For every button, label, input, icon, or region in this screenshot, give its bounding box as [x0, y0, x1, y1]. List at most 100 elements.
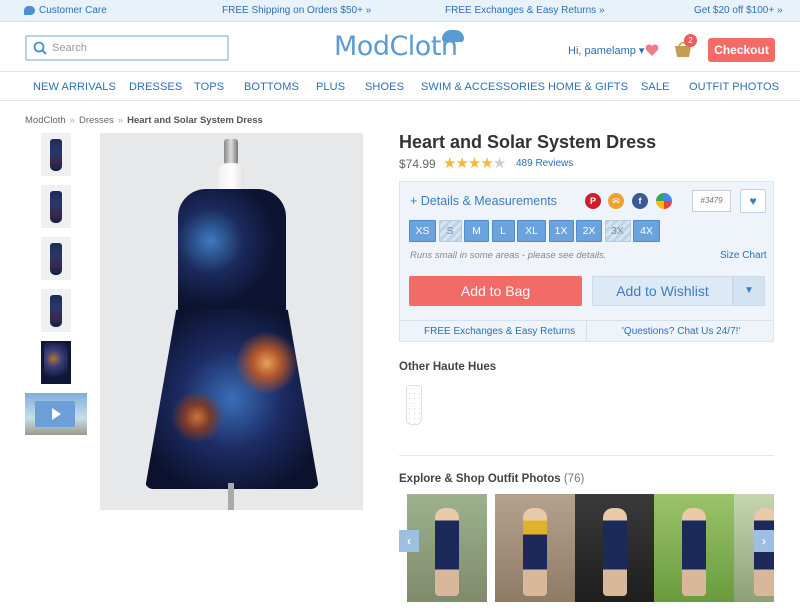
- search-input[interactable]: [52, 42, 222, 54]
- add-to-wishlist-button[interactable]: Add to Wishlist: [592, 276, 733, 306]
- carousel-prev-button[interactable]: ‹: [399, 530, 419, 552]
- breadcrumb-separator: »: [69, 115, 75, 126]
- product-thumbnail[interactable]: [41, 133, 71, 176]
- explore-outfits-title: Explore & Shop Outfit Photos (76): [399, 473, 584, 485]
- free-returns-note[interactable]: FREE Exchanges & Easy Returns: [424, 326, 575, 337]
- play-icon: [35, 401, 75, 427]
- nav-dresses[interactable]: DRESSES: [129, 81, 182, 93]
- product-thumbnail[interactable]: [41, 289, 71, 332]
- facebook-icon[interactable]: f: [632, 193, 648, 209]
- main-nav: NEW ARRIVALS DRESSES TOPS BOTTOMS PLUS S…: [0, 73, 800, 101]
- outfit-count: (76): [563, 473, 585, 485]
- promo-bar: Customer Care FREE Shipping on Orders $5…: [0, 0, 800, 22]
- nav-swim-accessories[interactable]: SWIM & ACCESSORIES: [421, 81, 545, 93]
- star-icon: ★: [443, 155, 456, 172]
- nav-outfit-photos[interactable]: OUTFIT PHOTOS: [689, 81, 779, 93]
- reviews-link[interactable]: 489 Reviews: [516, 158, 573, 169]
- nav-bottoms[interactable]: BOTTOMS: [244, 81, 299, 93]
- chat-link[interactable]: 'Questions? Chat Us 24/7!': [622, 326, 740, 337]
- customer-care-label: Customer Care: [39, 5, 107, 16]
- search-box[interactable]: [25, 35, 229, 61]
- product-sku: #3479: [692, 190, 731, 212]
- star-icon: ★: [492, 155, 506, 172]
- wishlist-heart-button[interactable]: ♥: [740, 189, 766, 213]
- rating-stars[interactable]: ★★★★★: [443, 154, 506, 172]
- white-dress-image: [406, 385, 422, 425]
- add-to-bag-button[interactable]: Add to Bag: [409, 276, 582, 306]
- product-title: Heart and Solar System Dress: [399, 132, 657, 152]
- nav-sale[interactable]: SALE: [641, 81, 670, 93]
- free-shipping-link[interactable]: FREE Shipping on Orders $50+ »: [222, 5, 371, 16]
- size-chart-link[interactable]: Size Chart: [720, 250, 767, 261]
- email-icon[interactable]: ✉: [608, 193, 624, 209]
- product-thumbnail-detail[interactable]: [41, 341, 71, 384]
- chevron-right-icon: ›: [762, 534, 766, 548]
- dress-thumbnail-image: [50, 139, 62, 171]
- mannequin-stand: [228, 483, 234, 510]
- video-thumbnail[interactable]: [25, 393, 87, 435]
- customer-care-link[interactable]: Customer Care: [24, 5, 107, 16]
- main-product-image[interactable]: [100, 133, 363, 510]
- nav-new-arrivals[interactable]: NEW ARRIVALS: [33, 81, 116, 93]
- size-option-4x[interactable]: 4X: [633, 220, 660, 242]
- fit-note: Runs small in some areas - please see de…: [410, 250, 607, 261]
- user-menu[interactable]: Hi, pamelamp ▾: [568, 44, 644, 57]
- star-icon: ★: [455, 155, 468, 172]
- fabric-detail-image: [44, 343, 68, 382]
- wishlist-heart-icon[interactable]: [645, 44, 659, 56]
- checkout-button[interactable]: Checkout: [708, 38, 775, 62]
- nav-home-gifts[interactable]: HOME & GIFTS: [548, 81, 628, 93]
- dress-skirt: [145, 309, 319, 489]
- other-hue-swatch[interactable]: [400, 381, 428, 429]
- breadcrumb-dresses[interactable]: Dresses: [79, 115, 114, 126]
- purchase-panel: + Details & Measurements P ✉ f #3479 ♥ X…: [399, 181, 774, 342]
- polyvore-icon[interactable]: [656, 193, 672, 209]
- outfit-photo[interactable]: [654, 494, 734, 602]
- pinterest-icon[interactable]: P: [585, 193, 601, 209]
- gift-offer-link[interactable]: Get $20 off $100+ »: [694, 5, 783, 16]
- size-option-l[interactable]: L: [491, 220, 515, 242]
- product-price: $74.99: [399, 157, 436, 171]
- cart-count-badge: 2: [684, 34, 697, 47]
- outfit-photo[interactable]: [495, 494, 575, 602]
- section-divider: [399, 455, 774, 456]
- breadcrumb-current: Heart and Solar System Dress: [127, 115, 263, 126]
- outfit-person: [682, 508, 706, 596]
- wishlist-dropdown-button[interactable]: ▼: [733, 276, 765, 306]
- chevron-down-icon: ▼: [744, 285, 754, 296]
- outfit-person: [754, 508, 774, 596]
- details-measurements-link[interactable]: + Details & Measurements: [410, 194, 557, 208]
- search-icon: [33, 41, 47, 55]
- nav-plus[interactable]: PLUS: [316, 81, 345, 93]
- breadcrumb-home[interactable]: ModCloth: [25, 115, 66, 126]
- heart-icon: ♥: [749, 194, 757, 208]
- outfit-person: [603, 508, 627, 596]
- chat-icon: [24, 6, 35, 15]
- explore-title-text: Explore & Shop Outfit Photos: [399, 473, 561, 485]
- size-option-s: S: [438, 220, 462, 242]
- outfit-photo[interactable]: [407, 494, 487, 602]
- footer-divider: [586, 321, 587, 342]
- size-option-2x[interactable]: 2X: [576, 220, 602, 242]
- chevron-left-icon: ‹: [407, 534, 411, 548]
- outfit-person: [435, 508, 459, 596]
- size-option-3x: 3X: [604, 220, 631, 242]
- star-icon: ★: [480, 155, 493, 172]
- size-option-xs[interactable]: XS: [409, 220, 436, 242]
- nav-shoes[interactable]: SHOES: [365, 81, 404, 93]
- product-thumbnail[interactable]: [41, 185, 71, 228]
- site-header: ModCloth Hi, pamelamp ▾ 2 Checkout: [0, 22, 800, 72]
- outfit-person: [523, 508, 547, 596]
- size-option-1x[interactable]: 1X: [548, 220, 574, 242]
- nav-tops[interactable]: TOPS: [194, 81, 224, 93]
- carousel-next-button[interactable]: ›: [754, 530, 774, 552]
- size-option-xl[interactable]: XL: [517, 220, 546, 242]
- free-returns-link[interactable]: FREE Exchanges & Easy Returns »: [445, 5, 605, 16]
- size-option-m[interactable]: M: [464, 220, 489, 242]
- dress-bodice: [178, 189, 286, 319]
- outfit-photo[interactable]: [575, 494, 655, 602]
- dress-thumbnail-image: [50, 191, 62, 223]
- breadcrumb-separator: »: [117, 115, 124, 126]
- modcloth-logo[interactable]: ModCloth: [334, 30, 469, 64]
- product-thumbnail[interactable]: [41, 237, 71, 280]
